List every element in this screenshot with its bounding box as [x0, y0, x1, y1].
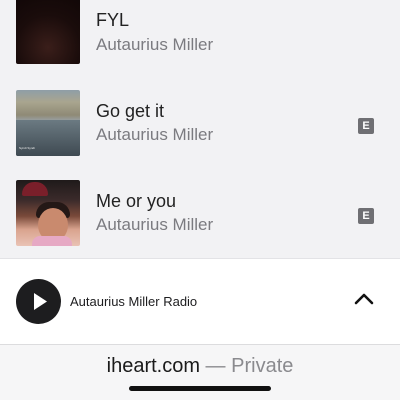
track-row[interactable]: Me or you Autaurius Miller E [0, 180, 400, 248]
mini-player[interactable]: Autaurius Miller Radio [0, 258, 400, 344]
album-art[interactable]: Syndi Syndi [16, 90, 80, 156]
track-artist: Autaurius Miller [96, 35, 214, 54]
track-row[interactable]: Syndi Syndi Go get it Autaurius Miller E [0, 90, 400, 158]
url-domain: iheart.com [106, 355, 200, 377]
album-art[interactable] [16, 180, 80, 246]
browsing-mode: Private [231, 355, 294, 377]
play-button[interactable] [16, 279, 61, 324]
track-title: FYL [96, 10, 130, 30]
browser-address-bar[interactable]: iheart.com — Private [0, 344, 400, 400]
album-art[interactable] [16, 0, 80, 64]
play-icon [34, 293, 47, 310]
track-artist: Autaurius Miller [96, 215, 214, 234]
track-artist: Autaurius Miller [96, 125, 214, 144]
track-title: Go get it [96, 101, 165, 121]
url-separator: — [200, 355, 232, 377]
address-text[interactable]: iheart.com — Private [0, 355, 400, 378]
explicit-badge: E [358, 118, 374, 134]
track-list: FYL Autaurius Miller Syndi Syndi Go get … [0, 0, 400, 258]
station-name[interactable]: Autaurius Miller Radio [70, 294, 197, 309]
album-art-caption: Syndi Syndi [19, 146, 35, 150]
chevron-up-icon[interactable] [352, 287, 376, 311]
track-title: Me or you [96, 191, 177, 211]
track-row[interactable]: FYL Autaurius Miller [0, 0, 400, 68]
home-indicator[interactable] [129, 386, 271, 391]
explicit-badge: E [358, 208, 374, 224]
